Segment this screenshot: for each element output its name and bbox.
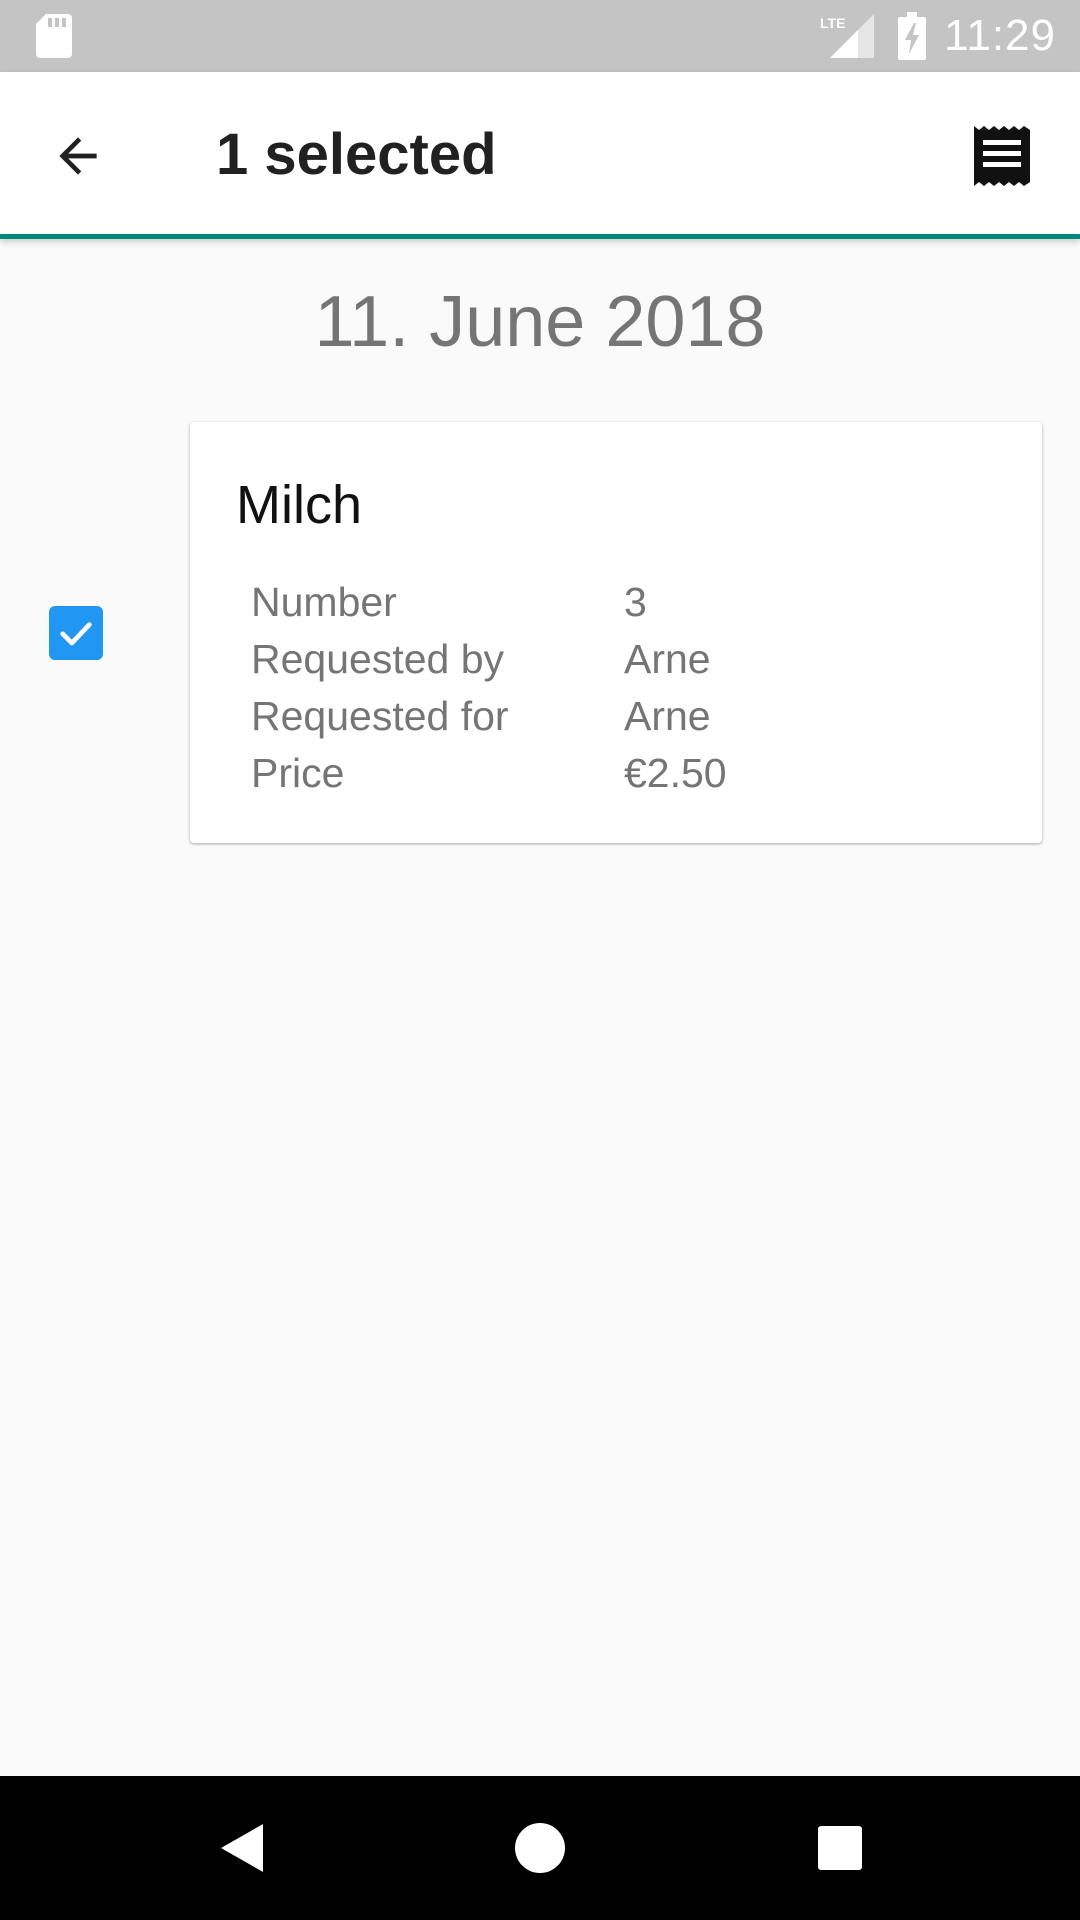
lte-signal-icon: LTE [820,14,874,58]
detail-row-price: Price €2.50 [251,745,991,802]
nav-back-icon [221,1824,263,1872]
nav-recents-icon [818,1826,862,1870]
detail-row-number: Number 3 [251,574,991,631]
receipt-button[interactable] [960,120,1044,192]
back-button[interactable] [36,120,120,192]
battery-charging-icon [898,12,926,60]
nav-back-button[interactable] [206,1812,278,1884]
sd-card-icon [36,14,72,58]
detail-value: €2.50 [624,750,727,796]
nav-home-button[interactable] [504,1812,576,1884]
item-checkbox[interactable] [49,606,103,660]
nav-home-icon [515,1823,565,1873]
system-nav-bar [0,1776,1080,1920]
detail-row-requested-by: Requested by Arne [251,631,991,688]
receipt-icon [974,126,1030,186]
item-title: Milch [236,475,363,535]
lte-label: LTE [820,15,845,31]
detail-row-requested-for: Requested for Arne [251,688,991,745]
status-time: 11:29 [944,11,1056,60]
detail-label: Requested by [251,636,505,682]
arrow-back-icon [59,137,97,175]
app-bar: 1 selected [0,72,1080,239]
detail-label: Price [251,750,345,796]
date-header: 11. June 2018 [314,282,766,362]
detail-label: Number [251,579,397,625]
status-bar: LTE 11:29 [0,0,1080,72]
detail-table: Number 3 Requested by Arne Requested for… [251,574,991,802]
detail-value: Arne [624,636,711,682]
detail-value: Arne [624,693,711,739]
nav-recents-button[interactable] [804,1812,876,1884]
detail-label: Requested for [251,693,509,739]
detail-value: 3 [624,579,647,625]
page-title: 1 selected [216,122,497,187]
item-card[interactable]: Milch Number 3 Requested by Arne Request… [190,422,1042,843]
check-icon [60,622,92,646]
